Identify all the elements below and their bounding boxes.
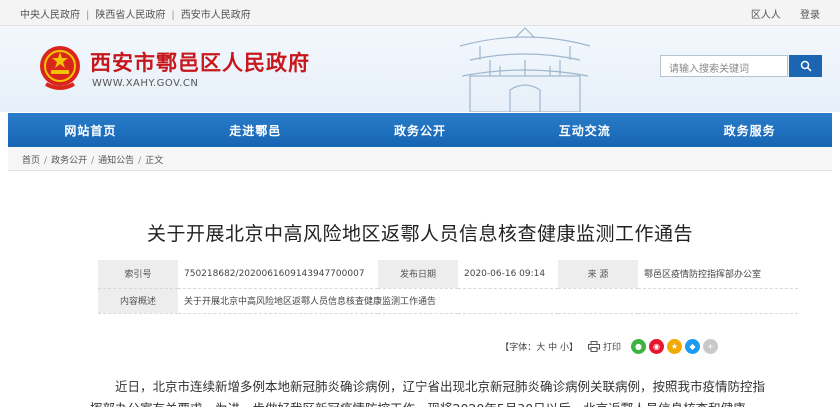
breadcrumb-separator: /: [91, 156, 95, 166]
divider: |: [171, 10, 175, 21]
print-button[interactable]: 打印: [587, 340, 621, 353]
link-shaanxi-government[interactable]: 陕西省人民政府: [95, 10, 165, 21]
article-tools: 【字体：大 中 小】 打印 ● ◉ ★ ◆ +: [500, 339, 718, 354]
top-utility-bar: 中央人民政府 | 陕西省人民政府 | 西安市人民政府 区人人 登录: [0, 0, 840, 26]
search-button[interactable]: [789, 55, 822, 77]
meta-row: 索引号 750218682/2020061609143947700007 发布日…: [98, 260, 798, 289]
link-top-right-2[interactable]: 登录: [800, 10, 820, 21]
breadcrumb-gov-affairs[interactable]: 政务公开: [51, 156, 87, 166]
article-title: 关于开展北京中高风险地区返鄠人员信息核查健康监测工作通告: [146, 223, 693, 245]
meta-date-label: 发布日期: [378, 260, 458, 289]
site-header: 西安市鄠邑区人民政府 WWW.XAHY.GOV.CN 请输入搜索关键词: [0, 26, 840, 112]
nav-item-home[interactable]: 网站首页: [8, 113, 173, 147]
print-label: 打印: [602, 343, 621, 353]
site-url: WWW.XAHY.GOV.CN: [92, 78, 199, 89]
bell-tower-illustration: [459, 27, 591, 112]
nav-item-services[interactable]: 政务服务: [667, 113, 832, 147]
article-body: 近日，北京市连续新增多例本地新冠肺炎确诊病例，辽宁省出现北京新冠肺炎确诊病例关联…: [90, 379, 766, 407]
search-input[interactable]: 请输入搜索关键词: [660, 55, 788, 77]
breadcrumb-separator: /: [44, 156, 48, 166]
breadcrumb-separator: /: [138, 156, 142, 166]
article-content: 关于开展北京中高风险地区返鄠人员信息核查健康监测工作通告 索引号 7502186…: [8, 171, 832, 407]
nav-item-about[interactable]: 走进鄠邑: [173, 113, 338, 147]
link-top-right-1[interactable]: 区人人: [751, 10, 781, 21]
breadcrumb-notices[interactable]: 通知公告: [98, 156, 134, 166]
wechat-share-icon[interactable]: ●: [631, 339, 646, 354]
meta-row: 内容概述 关于开展北京中高风险地区返鄠人员信息核查健康监测工作通告: [98, 288, 798, 314]
weibo-share-icon[interactable]: ◉: [649, 339, 664, 354]
search-icon: [800, 60, 812, 72]
breadcrumb-current: 正文: [145, 156, 164, 166]
government-links: 中央人民政府 | 陕西省人民政府 | 西安市人民政府: [20, 6, 251, 21]
share-buttons: ● ◉ ★ ◆ +: [631, 339, 718, 354]
site-title[interactable]: 西安市鄠邑区人民政府: [90, 47, 310, 77]
link-central-government[interactable]: 中央人民政府: [20, 10, 80, 21]
divider: |: [86, 10, 90, 21]
breadcrumb: 首页 / 政务公开 / 通知公告 / 正文: [8, 147, 832, 171]
nav-item-gov-affairs[interactable]: 政务公开: [338, 113, 503, 147]
meta-source-value: 鄠邑区疫情防控指挥部办公室: [638, 260, 798, 289]
font-size-control[interactable]: 【字体：大 中 小】: [500, 340, 578, 353]
meta-index-value: 750218682/2020061609143947700007: [178, 260, 378, 289]
qq-share-icon[interactable]: ◆: [685, 339, 700, 354]
more-share-icon[interactable]: +: [703, 339, 718, 354]
meta-date-value: 2020-06-16 09:14: [458, 260, 558, 289]
meta-summary-label: 内容概述: [98, 288, 178, 314]
national-emblem-icon: [40, 46, 80, 90]
meta-summary-value: 关于开展北京中高风险地区返鄠人员信息核查健康监测工作通告: [178, 288, 798, 314]
qzone-share-icon[interactable]: ★: [667, 339, 682, 354]
nav-item-interaction[interactable]: 互动交流: [502, 113, 667, 147]
breadcrumb-home[interactable]: 首页: [22, 156, 40, 166]
link-xian-government[interactable]: 西安市人民政府: [181, 10, 251, 21]
top-right-links: 区人人 登录: [751, 6, 820, 21]
meta-index-label: 索引号: [98, 260, 178, 289]
meta-source-label: 来 源: [558, 260, 638, 289]
printer-icon: [587, 341, 600, 352]
main-nav: 网站首页 走进鄠邑 政务公开 互动交流 政务服务: [8, 113, 832, 147]
article-meta-table: 索引号 750218682/2020061609143947700007 发布日…: [98, 260, 798, 314]
